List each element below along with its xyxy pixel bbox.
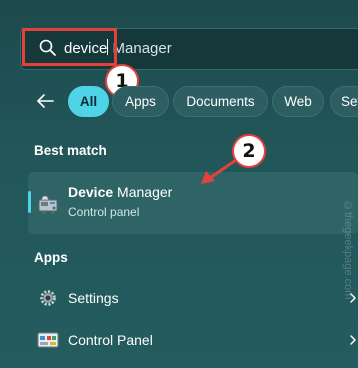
best-match-title-rest: Manager bbox=[113, 184, 173, 200]
app-result-control-panel[interactable]: Control Panel bbox=[28, 322, 358, 358]
app-label-control-panel: Control Panel bbox=[68, 332, 153, 348]
highlight-box-search bbox=[22, 28, 117, 66]
settings-gear-icon bbox=[40, 290, 56, 306]
best-match-result-device-manager[interactable] bbox=[28, 172, 358, 234]
filter-tab-all[interactable]: All bbox=[68, 86, 109, 117]
control-panel-icon bbox=[37, 332, 59, 348]
best-match-heading: Best match bbox=[34, 143, 107, 158]
best-match-title-bold: Device bbox=[68, 184, 114, 200]
apps-heading: Apps bbox=[34, 250, 68, 265]
app-result-settings[interactable]: Settings bbox=[28, 280, 358, 316]
search-suggestion-text: Manager bbox=[108, 40, 172, 57]
watermark-text: ©thegeekpage.com bbox=[342, 200, 354, 300]
filter-tab-settings[interactable]: Set bbox=[330, 86, 358, 117]
best-match-subtitle: Control panel bbox=[68, 205, 140, 219]
step-2-callout: 2 bbox=[232, 134, 266, 168]
filter-tab-documents[interactable]: Documents bbox=[173, 86, 268, 117]
best-match-title: Device Manager bbox=[68, 184, 172, 200]
device-manager-icon bbox=[38, 195, 58, 214]
back-arrow-icon[interactable] bbox=[35, 91, 55, 111]
filter-tab-apps[interactable]: Apps bbox=[112, 86, 169, 117]
app-label-settings: Settings bbox=[68, 290, 119, 306]
filter-tab-web[interactable]: Web bbox=[272, 86, 324, 117]
selection-indicator bbox=[28, 191, 31, 213]
